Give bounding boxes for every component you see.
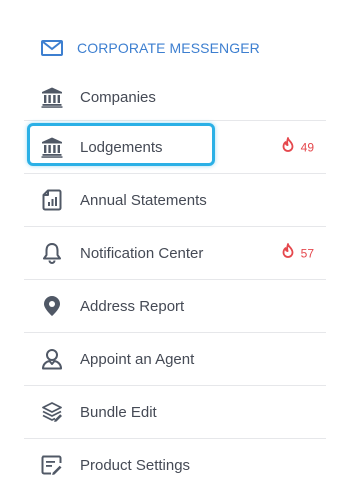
menu-item-address-report[interactable]: Address Report bbox=[24, 279, 326, 332]
menu-item-companies[interactable]: Companies bbox=[24, 74, 326, 120]
menu-item-label: Product Settings bbox=[80, 456, 191, 474]
menu-item-notification-center[interactable]: Notification Center 57 bbox=[24, 226, 326, 279]
flame-icon bbox=[281, 137, 295, 158]
flame-icon bbox=[281, 243, 295, 264]
menu-item-label: Annual Statements bbox=[80, 191, 207, 209]
menu-item-appoint-an-agent[interactable]: Appoint an Agent bbox=[24, 332, 326, 385]
menu-item-label: Bundle Edit bbox=[80, 403, 157, 421]
menu-item-label: Notification Center bbox=[80, 244, 204, 262]
side-menu: CORPORATE MESSENGER Companies Lodgements… bbox=[24, 22, 326, 491]
corporate-messenger-label: CORPORATE MESSENGER bbox=[77, 40, 260, 56]
menu-item-label: Companies bbox=[80, 88, 156, 106]
menu-item-lodgements[interactable]: Lodgements 49 bbox=[24, 120, 326, 173]
layers-icon bbox=[40, 400, 64, 424]
menu-item-bundle-edit[interactable]: Bundle Edit bbox=[24, 385, 326, 438]
menu-item-label: Appoint an Agent bbox=[80, 350, 195, 368]
corporate-messenger-link[interactable]: CORPORATE MESSENGER bbox=[24, 22, 326, 74]
envelope-icon bbox=[40, 36, 64, 60]
bank-icon bbox=[40, 85, 64, 109]
menu-item-label: Lodgements bbox=[80, 138, 163, 156]
bell-icon bbox=[40, 241, 64, 265]
menu-item-product-settings[interactable]: Product Settings bbox=[24, 438, 326, 491]
badge-count: 57 bbox=[300, 246, 314, 260]
badge-count: 49 bbox=[300, 140, 314, 154]
person-icon bbox=[40, 347, 64, 371]
menu-item-annual-statements[interactable]: Annual Statements bbox=[24, 173, 326, 226]
menu-item-label: Address Report bbox=[80, 297, 185, 315]
settings-list-icon bbox=[40, 453, 64, 477]
document-chart-icon bbox=[40, 188, 64, 212]
location-pin-icon bbox=[40, 294, 64, 318]
bank-icon bbox=[40, 135, 64, 159]
lodgements-badge: 49 bbox=[281, 137, 314, 158]
notification-badge: 57 bbox=[281, 243, 314, 264]
